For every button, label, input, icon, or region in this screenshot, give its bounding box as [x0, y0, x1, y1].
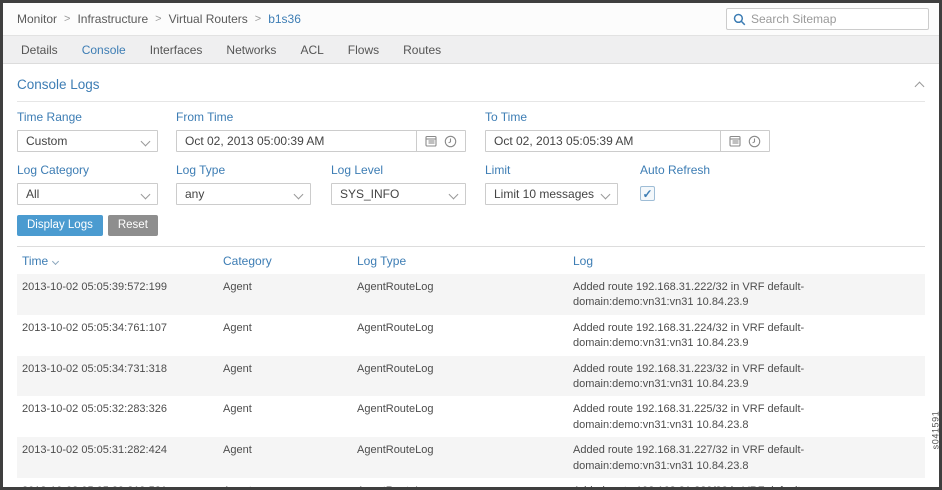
log-type: AgentRouteLog	[352, 360, 568, 393]
log-category: Agent	[218, 319, 352, 352]
breadcrumb-item-b1s36[interactable]: b1s36	[268, 12, 301, 26]
chevron-down-icon	[141, 189, 151, 199]
table-row[interactable]: 2013-10-02 05:05:34:731:318 Agent AgentR…	[17, 356, 925, 397]
chevron-down-icon	[141, 136, 151, 146]
auto-refresh-checkbox[interactable]: ✓	[640, 186, 655, 201]
table-row[interactable]: 2013-10-02 05:05:34:761:107 Agent AgentR…	[17, 315, 925, 356]
log-type: AgentRouteLog	[352, 441, 568, 474]
log-level-label: Log Level	[331, 163, 466, 177]
console-logs-panel: Console Logs Time Range Custom From Time…	[3, 64, 939, 490]
tab-interfaces[interactable]: Interfaces	[138, 43, 215, 57]
tab-bar: Details Console Interfaces Networks ACL …	[3, 36, 939, 64]
chevron-down-icon	[449, 189, 459, 199]
breadcrumb: Monitor > Infrastructure > Virtual Route…	[17, 12, 301, 26]
log-message: Added route 192.168.31.223/32 in VRF def…	[568, 360, 925, 393]
log-type: AgentRouteLog	[352, 482, 568, 490]
log-category-label: Log Category	[17, 163, 158, 177]
log-time: 2013-10-02 05:05:29:319:521	[17, 482, 218, 490]
breadcrumb-item-monitor[interactable]: Monitor	[17, 12, 57, 26]
limit-select[interactable]: Limit 10 messages	[485, 183, 618, 205]
log-category-value: All	[26, 187, 136, 201]
log-message: Added route 192.168.31.229/32 in VRF def…	[568, 482, 925, 490]
clock-icon[interactable]	[748, 135, 761, 148]
log-time: 2013-10-02 05:05:32:283:326	[17, 400, 218, 433]
log-time: 2013-10-02 05:05:31:282:424	[17, 441, 218, 474]
log-category: Agent	[218, 441, 352, 474]
log-level-select[interactable]: SYS_INFO	[331, 183, 466, 205]
chevron-down-icon	[601, 189, 611, 199]
search-icon	[733, 13, 746, 26]
from-time-value: Oct 02, 2013 05:00:39 AM	[185, 134, 408, 148]
column-header-log[interactable]: Log	[568, 254, 925, 268]
limit-value: Limit 10 messages	[494, 187, 596, 201]
figure-id: s041591	[931, 411, 941, 450]
log-message: Added route 192.168.31.227/32 in VRF def…	[568, 441, 925, 474]
time-range-value: Custom	[26, 134, 136, 148]
app-window: Monitor > Infrastructure > Virtual Route…	[0, 0, 942, 490]
log-type-select[interactable]: any	[176, 183, 311, 205]
column-header-log-type[interactable]: Log Type	[352, 254, 568, 268]
log-type-label: Log Type	[176, 163, 311, 177]
calendar-icon[interactable]	[729, 135, 741, 147]
breadcrumb-separator: >	[255, 13, 261, 25]
log-type: AgentRouteLog	[352, 400, 568, 433]
tab-console[interactable]: Console	[70, 43, 138, 57]
calendar-icon[interactable]	[425, 135, 437, 147]
breadcrumb-separator: >	[64, 13, 70, 25]
breadcrumb-item-infrastructure[interactable]: Infrastructure	[77, 12, 148, 26]
auto-refresh-label: Auto Refresh	[640, 163, 710, 177]
console-logs-table: Time Category Log Type Log 2013-10-02 05…	[17, 246, 925, 490]
clock-icon[interactable]	[444, 135, 457, 148]
table-row[interactable]: 2013-10-02 05:05:31:282:424 Agent AgentR…	[17, 437, 925, 478]
sitemap-search-box[interactable]	[726, 8, 929, 30]
to-time-label: To Time	[485, 110, 770, 124]
sort-descending-icon	[52, 257, 59, 264]
log-time: 2013-10-02 05:05:34:731:318	[17, 360, 218, 393]
collapse-panel-icon[interactable]	[915, 81, 925, 91]
checkmark-icon: ✓	[642, 187, 652, 201]
log-message: Added route 192.168.31.222/32 in VRF def…	[568, 278, 925, 311]
log-time: 2013-10-02 05:05:39:572:199	[17, 278, 218, 311]
tab-acl[interactable]: ACL	[288, 43, 335, 57]
log-category: Agent	[218, 278, 352, 311]
top-bar: Monitor > Infrastructure > Virtual Route…	[3, 3, 939, 36]
table-row[interactable]: 2013-10-02 05:05:32:283:326 Agent AgentR…	[17, 396, 925, 437]
log-category: Agent	[218, 482, 352, 490]
log-category-select[interactable]: All	[17, 183, 158, 205]
table-header-row: Time Category Log Type Log	[17, 247, 925, 274]
tab-flows[interactable]: Flows	[336, 43, 391, 57]
log-category: Agent	[218, 400, 352, 433]
log-type: AgentRouteLog	[352, 319, 568, 352]
reset-button[interactable]: Reset	[108, 215, 158, 236]
time-range-label: Time Range	[17, 110, 158, 124]
chevron-down-icon	[294, 189, 304, 199]
table-row[interactable]: 2013-10-02 05:05:29:319:521 Agent AgentR…	[17, 478, 925, 490]
panel-divider	[17, 101, 925, 102]
to-time-input[interactable]: Oct 02, 2013 05:05:39 AM	[485, 130, 770, 152]
log-message: Added route 192.168.31.224/32 in VRF def…	[568, 319, 925, 352]
column-header-category[interactable]: Category	[218, 254, 352, 268]
time-range-select[interactable]: Custom	[17, 130, 158, 152]
from-time-input[interactable]: Oct 02, 2013 05:00:39 AM	[176, 130, 466, 152]
panel-title: Console Logs	[17, 77, 100, 92]
tab-routes[interactable]: Routes	[391, 43, 453, 57]
log-category: Agent	[218, 360, 352, 393]
log-type: AgentRouteLog	[352, 278, 568, 311]
to-time-value: Oct 02, 2013 05:05:39 AM	[494, 134, 712, 148]
limit-label: Limit	[485, 163, 618, 177]
table-row[interactable]: 2013-10-02 05:05:39:572:199 Agent AgentR…	[17, 274, 925, 315]
breadcrumb-separator: >	[155, 13, 161, 25]
log-time: 2013-10-02 05:05:34:761:107	[17, 319, 218, 352]
display-logs-button[interactable]: Display Logs	[17, 215, 103, 236]
log-level-value: SYS_INFO	[340, 187, 444, 201]
search-input[interactable]	[751, 12, 922, 26]
tab-networks[interactable]: Networks	[214, 43, 288, 57]
breadcrumb-item-virtual-routers[interactable]: Virtual Routers	[169, 12, 248, 26]
tab-details[interactable]: Details	[9, 43, 70, 57]
column-header-time[interactable]: Time	[17, 254, 218, 268]
from-time-label: From Time	[176, 110, 466, 124]
log-type-value: any	[185, 187, 289, 201]
log-message: Added route 192.168.31.225/32 in VRF def…	[568, 400, 925, 433]
